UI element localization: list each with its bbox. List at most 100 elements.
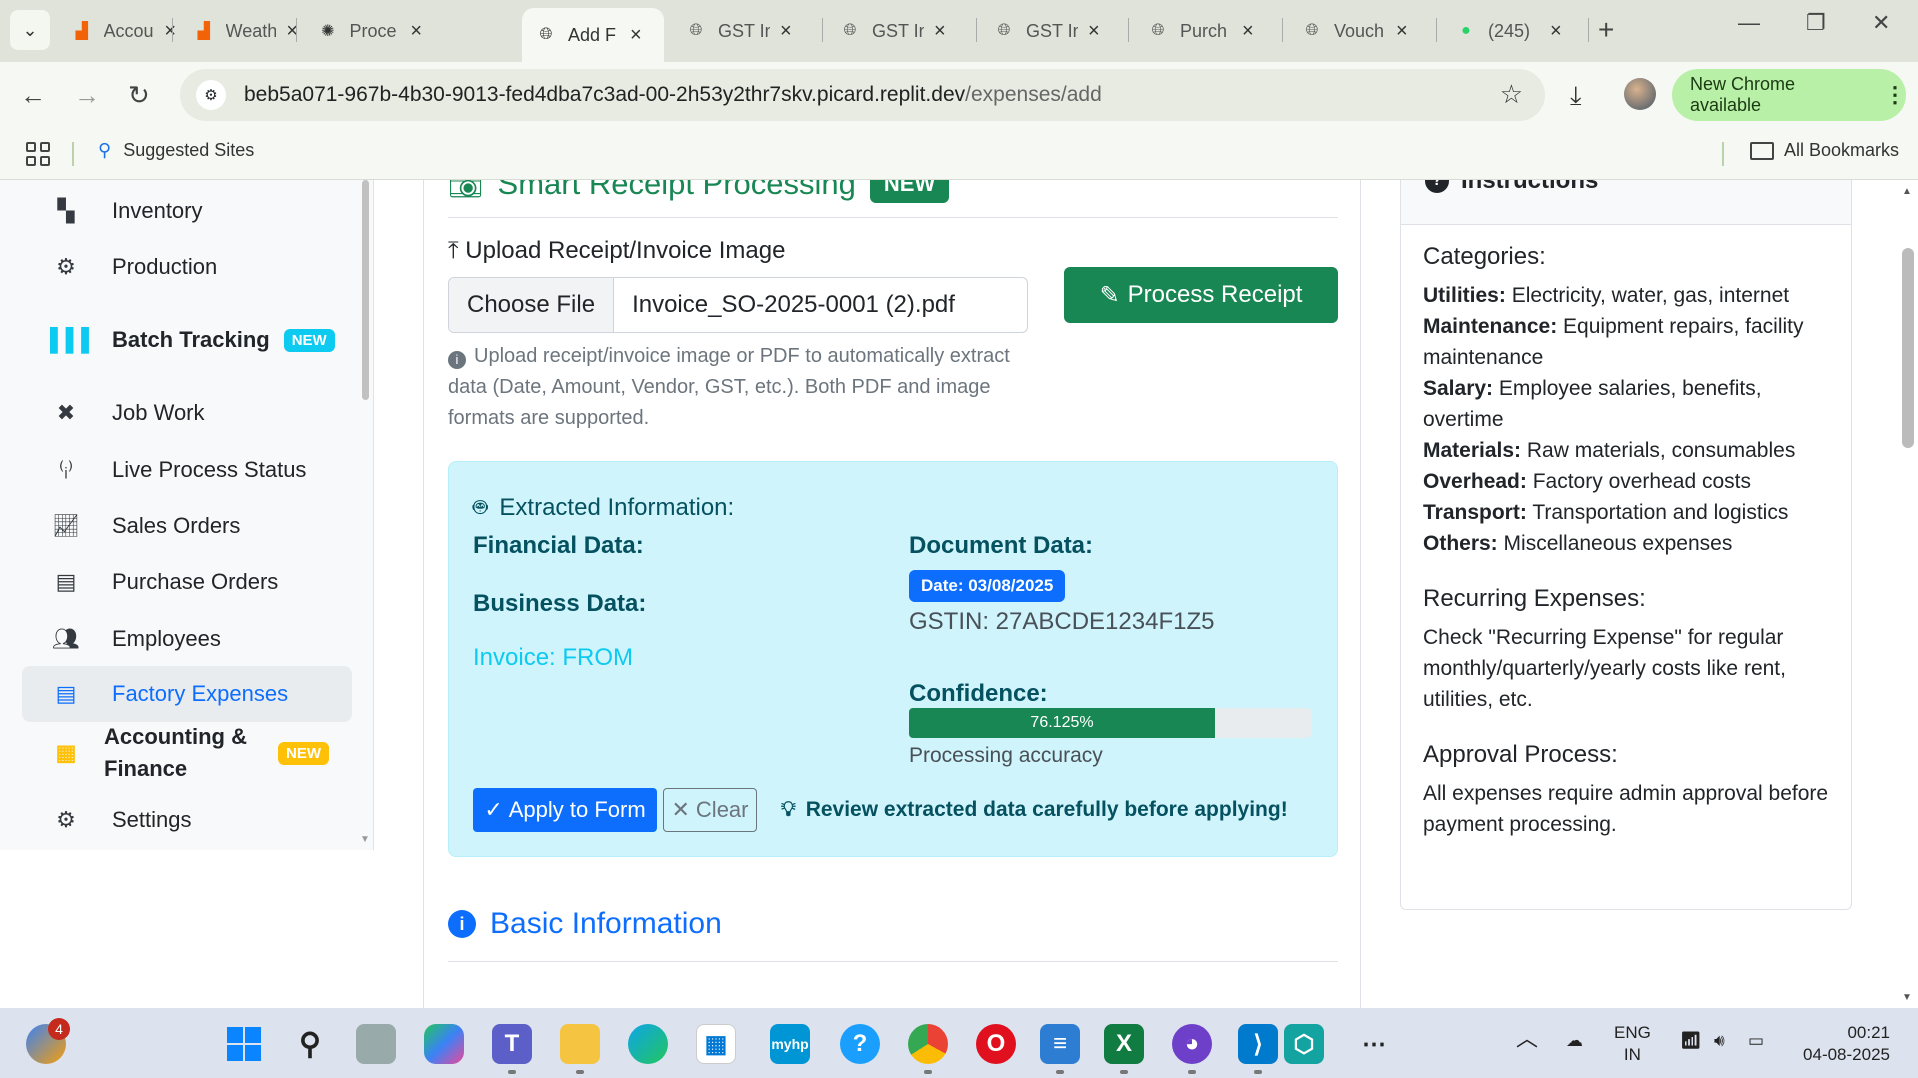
tab-divider: [1282, 18, 1283, 42]
instructions-header: ? Instructions: [1401, 180, 1851, 225]
vscode-icon[interactable]: ⟩: [1238, 1024, 1278, 1064]
apps-grid-icon[interactable]: [26, 142, 50, 166]
file-explorer-icon[interactable]: [560, 1024, 600, 1064]
sidebar-item-batch-tracking[interactable]: ▌▌▌ Batch Tracking NEW: [22, 312, 352, 368]
file-input[interactable]: Choose File Invoice_SO-2025-0001 (2).pdf: [448, 277, 1028, 333]
chevron-up-icon[interactable]: ︿: [1516, 1028, 1538, 1050]
github-icon[interactable]: ◕: [1172, 1024, 1212, 1064]
chrome-icon[interactable]: [908, 1024, 948, 1064]
choose-file-button[interactable]: Choose File: [449, 278, 615, 332]
globe-icon: 🌐︎: [1305, 22, 1319, 39]
minimize-button[interactable]: —: [1738, 10, 1760, 36]
help-icon[interactable]: ?: [840, 1024, 880, 1064]
category-item: Utilities: Electricity, water, gas, inte…: [1423, 284, 1790, 307]
copilot-icon[interactable]: [424, 1024, 464, 1064]
scroll-down-icon[interactable]: ▼: [360, 834, 370, 845]
edge-icon[interactable]: [628, 1024, 668, 1064]
new-tab-button[interactable]: +: [1598, 14, 1614, 46]
close-icon[interactable]: ×: [630, 24, 642, 47]
sidebar-item-purchase-orders[interactable]: ▤ Purchase Orders: [22, 554, 352, 610]
back-button[interactable]: ←: [20, 80, 46, 111]
browser-tab[interactable]: ✺ Proce ×: [304, 8, 422, 54]
excel-icon[interactable]: X: [1104, 1024, 1144, 1064]
site-info-icon[interactable]: ⚙: [196, 80, 226, 110]
close-icon[interactable]: ×: [780, 20, 792, 43]
sidebar-scrollbar[interactable]: [362, 180, 369, 400]
opera-icon[interactable]: O: [976, 1024, 1016, 1064]
myhp-icon[interactable]: myhp: [770, 1024, 810, 1064]
omnibox[interactable]: ⚙ beb5a071-967b-4b30-9013-fed4dba7c3ad-0…: [180, 69, 1545, 121]
scroll-up-icon[interactable]: ▲: [1902, 186, 1912, 197]
tab-divider: [976, 18, 977, 42]
cursor-icon[interactable]: ⬡: [1284, 1024, 1324, 1064]
onedrive-icon[interactable]: ☁: [1566, 1030, 1583, 1052]
close-icon[interactable]: ×: [1242, 20, 1254, 43]
all-bookmarks-link[interactable]: All Bookmarks: [1750, 140, 1899, 161]
camera-icon: 📷︎: [448, 180, 484, 200]
close-icon[interactable]: ×: [934, 20, 946, 43]
close-icon[interactable]: ×: [410, 20, 422, 43]
browser-tab[interactable]: ▟ Accou ×: [58, 8, 176, 54]
browser-tab[interactable]: 🌐︎ GST In ×: [980, 8, 1114, 54]
gstin-text: GSTIN: 27ABCDE1234F1Z5: [909, 608, 1215, 635]
calculator-icon: ▦: [55, 740, 77, 765]
more-apps-icon[interactable]: ⋯: [1354, 1024, 1394, 1064]
sidebar-item-factory-expenses[interactable]: ▤ Factory Expenses: [22, 666, 352, 722]
address-toolbar: ← → ↻ ⚙ beb5a071-967b-4b30-9013-fed4dba7…: [0, 62, 1918, 128]
sidebar-item-job-work[interactable]: ✖ Job Work: [22, 385, 352, 441]
forward-button[interactable]: →: [74, 80, 100, 111]
browser-tab[interactable]: 🌐︎ GST In ×: [672, 8, 806, 54]
sidebar: ▚ Inventory ⚙ Production ▌▌▌ Batch Track…: [0, 180, 374, 850]
tab-divider: [1128, 18, 1129, 42]
windows-start-icon[interactable]: [224, 1024, 264, 1064]
all-bookmarks-label: All Bookmarks: [1784, 140, 1900, 160]
notepad-icon[interactable]: ≡: [1040, 1024, 1080, 1064]
profile-avatar[interactable]: [1624, 78, 1656, 110]
sidebar-item-live-process-status[interactable]: ⁽ᵢ⁾ Live Process Status: [22, 442, 352, 498]
sidebar-item-settings[interactable]: ⚙ Settings: [22, 792, 352, 848]
clock[interactable]: 00:21 04-08-2025: [1790, 1022, 1890, 1066]
scroll-down-icon[interactable]: ▼: [1902, 992, 1912, 1003]
browser-tab[interactable]: 🌐︎ Purch ×: [1134, 8, 1268, 54]
search-icon[interactable]: ⚲: [290, 1024, 330, 1064]
instructions-card: ? Instructions Categories: Utilities: El…: [1400, 180, 1852, 910]
task-view-icon[interactable]: [356, 1024, 396, 1064]
close-icon[interactable]: ×: [164, 20, 176, 43]
suggested-sites-link[interactable]: ⚲ Suggested Sites: [98, 140, 254, 161]
tab-search-button[interactable]: ⌄: [10, 10, 50, 50]
url-text[interactable]: beb5a071-967b-4b30-9013-fed4dba7c3ad-00-…: [244, 83, 1102, 107]
close-icon[interactable]: ×: [1396, 20, 1408, 43]
bookmark-star-icon[interactable]: ☆: [1500, 79, 1523, 110]
reload-button[interactable]: ↻: [128, 80, 150, 111]
window-close-button[interactable]: ✕: [1872, 10, 1890, 36]
sidebar-item-accounting-finance[interactable]: ▦ Accounting & Finance NEW: [22, 720, 352, 786]
new-badge: NEW: [283, 328, 335, 352]
browser-tab-active[interactable]: 🌐︎ Add F ×: [522, 8, 664, 62]
sidebar-item-sales-orders[interactable]: 📈︎ Sales Orders: [22, 498, 352, 554]
scrollbar-thumb[interactable]: [1902, 248, 1914, 448]
process-receipt-button[interactable]: ✎ Process Receipt: [1064, 267, 1338, 323]
sidebar-item-production[interactable]: ⚙ Production: [22, 239, 352, 295]
sidebar-item-inventory[interactable]: ▚ Inventory: [22, 183, 352, 239]
browser-tab[interactable]: ● (245) ×: [1442, 8, 1582, 54]
language-indicator[interactable]: ENG IN: [1614, 1022, 1651, 1066]
restore-button[interactable]: ❐: [1806, 10, 1826, 36]
store-icon[interactable]: ▦: [696, 1024, 736, 1064]
close-icon[interactable]: ×: [1088, 20, 1100, 43]
download-icon[interactable]: ⤓: [1570, 80, 1582, 112]
apply-to-form-button[interactable]: ✓ Apply to Form: [473, 788, 657, 832]
close-icon[interactable]: ×: [1550, 20, 1562, 43]
clear-button[interactable]: ✕ Clear: [663, 788, 757, 832]
battery-icon[interactable]: ▭: [1748, 1030, 1764, 1052]
teams-icon[interactable]: T: [492, 1024, 532, 1064]
browser-tab[interactable]: 🌐︎ Vouch ×: [1288, 8, 1422, 54]
browser-tab[interactable]: ▟ Weath ×: [180, 8, 298, 54]
tab-divider: [1588, 18, 1589, 42]
wifi-icon[interactable]: 📶︎: [1680, 1030, 1702, 1052]
volume-icon[interactable]: 🔊︎: [1714, 1030, 1725, 1052]
new-chrome-button[interactable]: New Chrome available ⋮: [1672, 69, 1906, 121]
sidebar-item-employees[interactable]: 👥︎ Employees: [22, 611, 352, 667]
browser-tab[interactable]: 🌐︎ GST In ×: [826, 8, 960, 54]
more-menu-icon[interactable]: ⋮: [1884, 82, 1906, 108]
page-scrollbar[interactable]: ▲ ▼: [1898, 180, 1918, 1008]
